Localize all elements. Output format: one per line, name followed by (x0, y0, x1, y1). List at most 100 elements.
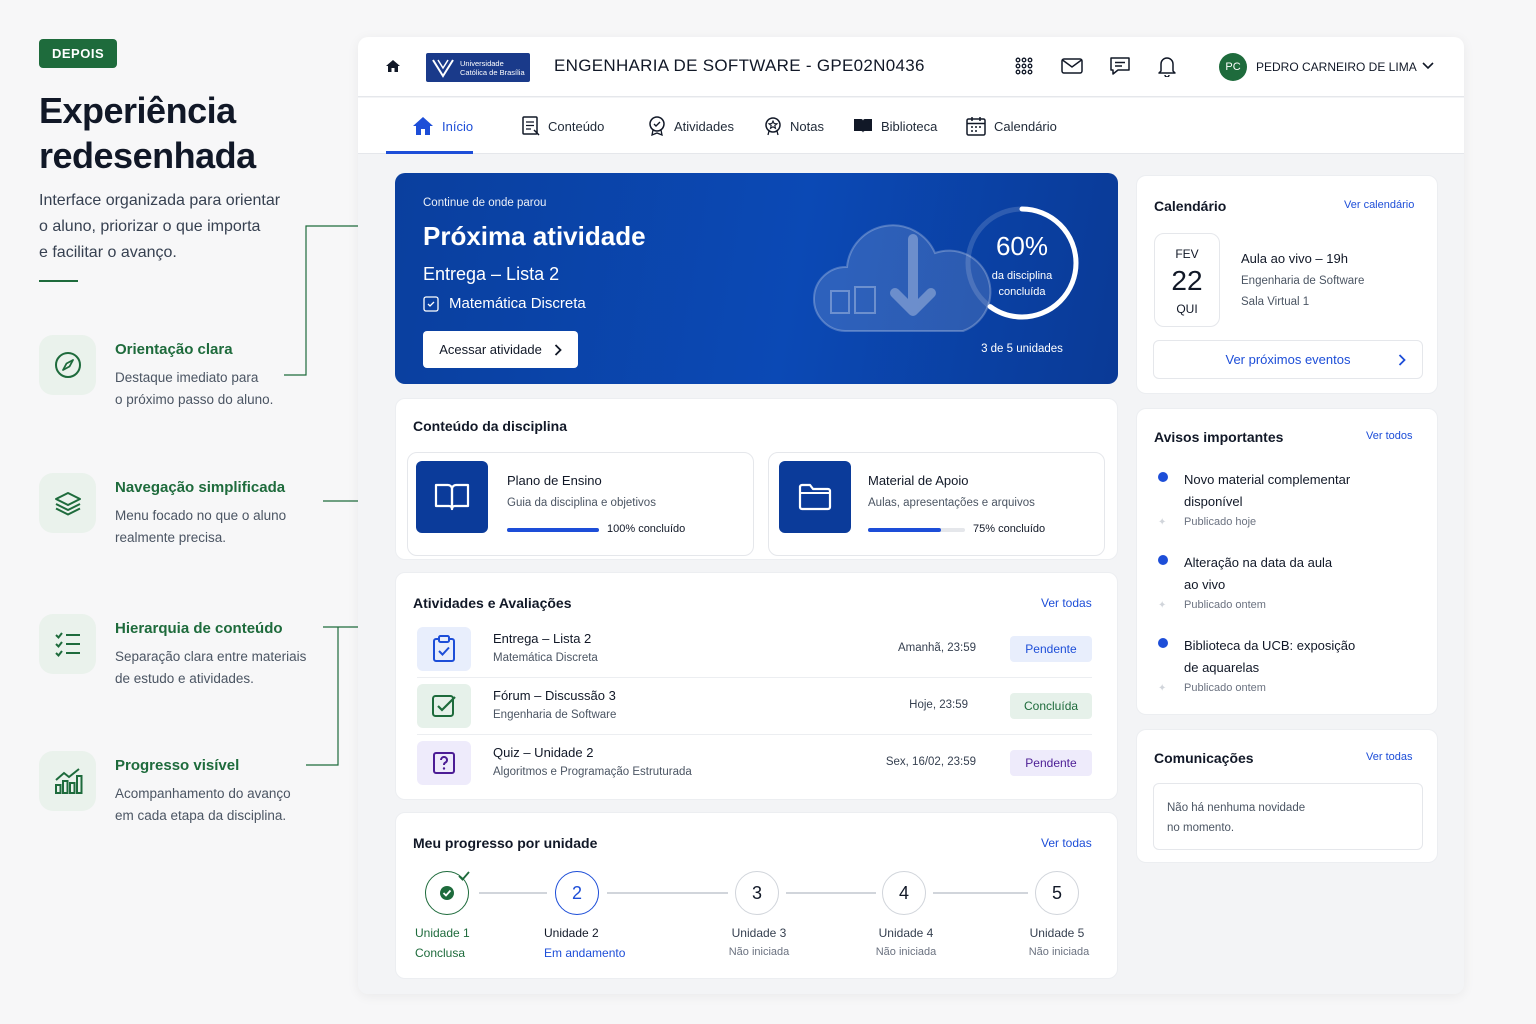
next-events-button[interactable]: Ver próximos eventos (1153, 340, 1423, 379)
event-title[interactable]: Aula ao vivo – 19h (1241, 251, 1348, 266)
checkbox-icon (417, 684, 471, 728)
unit-status: Não iniciada (728, 946, 790, 958)
table-row[interactable]: Fórum – Discussão 3 Engenharia de Softwa… (396, 678, 1119, 735)
activity-title: Entrega – Lista 2 (493, 631, 592, 646)
next-subtitle: Entrega – Lista 2 (423, 264, 560, 284)
activity-due: Amanhã, 23:59 (897, 642, 976, 654)
notice-meta: Publicado hoje (1184, 516, 1257, 528)
step-connector (607, 892, 728, 894)
document-icon (522, 116, 540, 136)
chevron-right-icon (1398, 354, 1406, 366)
unit-status: Em andamento (544, 946, 626, 960)
access-activity-button[interactable]: Acessar atividade (423, 331, 578, 368)
connector-lines (284, 222, 398, 766)
list-item[interactable]: Biblioteca da UCB: exposição de aquarelas… (1137, 635, 1439, 707)
unit-step-3[interactable]: 3 (735, 871, 779, 915)
unit-step-5[interactable]: 5 (1035, 871, 1079, 915)
book-icon (854, 119, 872, 133)
open-book-icon (416, 461, 488, 533)
chevron-down-icon[interactable] (1422, 62, 1434, 70)
calendar-card: Calendário Ver calendário FEV 22 QUI Aul… (1136, 175, 1438, 394)
activity-title: Fórum – Discussão 3 (493, 688, 616, 703)
main-nav: Início Conteúdo Atividades Notas Bibliot… (358, 98, 1464, 154)
tab-calendario[interactable]: Calendário (966, 98, 1057, 154)
activities-see-all-link[interactable]: Ver todas (1041, 596, 1092, 610)
user-name[interactable]: PEDRO CARNEIRO DE LIMA (1256, 60, 1417, 74)
list-item[interactable]: Alteração na data da aula ao vivo ✦ Publi… (1137, 552, 1439, 624)
content-progress-fill (868, 528, 941, 532)
tab-notas[interactable]: Notas (764, 98, 824, 154)
notice-text: Novo material complementar disponível (1184, 472, 1351, 509)
medal-icon (765, 117, 781, 136)
tab-inicio[interactable]: Início (412, 98, 473, 154)
next-eyebrow: Continue de onde parou (423, 197, 547, 209)
step-connector (479, 892, 547, 894)
event-date: FEV 22 QUI (1154, 233, 1220, 327)
section-title: Calendário (1154, 198, 1227, 214)
comms-see-all-link[interactable]: Ver todas (1366, 751, 1412, 763)
bell-icon[interactable] (1157, 55, 1177, 77)
mail-icon[interactable] (1061, 58, 1083, 74)
check-circle-icon (440, 886, 454, 900)
notice-text: Alteração na data da aula ao vivo (1184, 555, 1333, 592)
content-item-plano[interactable]: Plano de Ensino Guia da disciplina e obj… (407, 452, 754, 556)
next-title: Próxima atividade (423, 221, 646, 251)
activity-due: Sex, 16/02, 23:59 (885, 756, 976, 768)
next-course: Matemática Discreta (423, 295, 586, 312)
list-item[interactable]: Novo material complementar disponível ✦ P… (1137, 469, 1439, 541)
see-calendar-link[interactable]: Ver calendário (1344, 199, 1414, 211)
check-icon (458, 871, 470, 881)
section-title: Conteúdo da disciplina (413, 418, 568, 434)
tab-atividades[interactable]: Atividades (648, 98, 734, 154)
content-item-title: Material de Apoio (868, 473, 969, 488)
avatar[interactable]: PC (1219, 53, 1247, 81)
chat-icon[interactable] (1109, 56, 1131, 76)
notice-meta: Publicado ontem (1184, 682, 1266, 694)
next-activity-card: Continue de onde parou Próxima atividade… (395, 173, 1118, 384)
table-row[interactable]: Quiz – Unidade 2 Algoritmos e Programaçã… (396, 735, 1119, 792)
content-item-title: Plano de Ensino (507, 473, 602, 488)
active-tab-indicator (386, 151, 473, 154)
chevron-right-icon (554, 343, 562, 356)
event-course: Engenharia de Software (1241, 275, 1365, 287)
top-bar: Universidade Católica de Brasília ENGENHA… (358, 37, 1464, 97)
notices-card: Avisos importantes Ver todos Novo materi… (1136, 408, 1438, 715)
question-icon (417, 741, 471, 785)
progress-ring (965, 206, 1079, 320)
section-title: Meu progresso por unidade (413, 835, 598, 851)
empty-state: Não há nenhuma novidade no momento. (1153, 783, 1423, 850)
logo-emblem-icon (432, 58, 454, 78)
tab-conteudo[interactable]: Conteúdo (522, 98, 604, 154)
badge-icon (649, 116, 665, 136)
unit-label: Unidade 3 (731, 926, 787, 940)
progress-see-all-link[interactable]: Ver todas (1041, 836, 1092, 850)
notice-meta: Publicado ontem (1184, 599, 1266, 611)
unit-step-4[interactable]: 4 (882, 871, 926, 915)
section-title: Atividades e Avaliações (413, 595, 572, 611)
status-badge: Pendente (1010, 750, 1092, 776)
home-icon[interactable] (385, 58, 401, 74)
unit-label: Unidade 5 (1029, 926, 1085, 940)
notices-see-all-link[interactable]: Ver todos (1366, 430, 1412, 442)
sparkle-icon: ✦ (1158, 517, 1167, 528)
folder-icon (779, 461, 851, 533)
units-count: 3 de 5 unidades (981, 343, 1063, 355)
unit-label: Unidade 1 (415, 926, 470, 940)
table-row[interactable]: Entrega – Lista 2 Matemática Discreta Am… (396, 621, 1119, 678)
activity-due: Hoje, 23:59 (909, 699, 968, 711)
university-logo[interactable]: Universidade Católica de Brasília (426, 53, 530, 82)
bullet-dot (1158, 638, 1168, 648)
content-item-desc: Aulas, apresentações e arquivos (868, 497, 1035, 509)
content-item-material[interactable]: Material de Apoio Aulas, apresentações e… (768, 452, 1105, 556)
activity-title: Quiz – Unidade 2 (493, 745, 594, 760)
apps-grid-icon[interactable] (1015, 57, 1033, 75)
notice-text: Biblioteca da UCB: exposição de aquarelas (1184, 638, 1356, 675)
unit-status: Não iniciada (875, 946, 937, 958)
progress-percent: 60% (995, 231, 1049, 261)
tab-biblioteca[interactable]: Biblioteca (853, 98, 937, 154)
bullet-dot (1158, 555, 1168, 565)
course-content-card: Conteúdo da disciplina Plano de Ensino G… (395, 398, 1118, 560)
activity-course: Engenharia de Software (493, 709, 617, 721)
calendar-icon (966, 117, 986, 136)
unit-step-2[interactable]: 2 (555, 871, 599, 915)
